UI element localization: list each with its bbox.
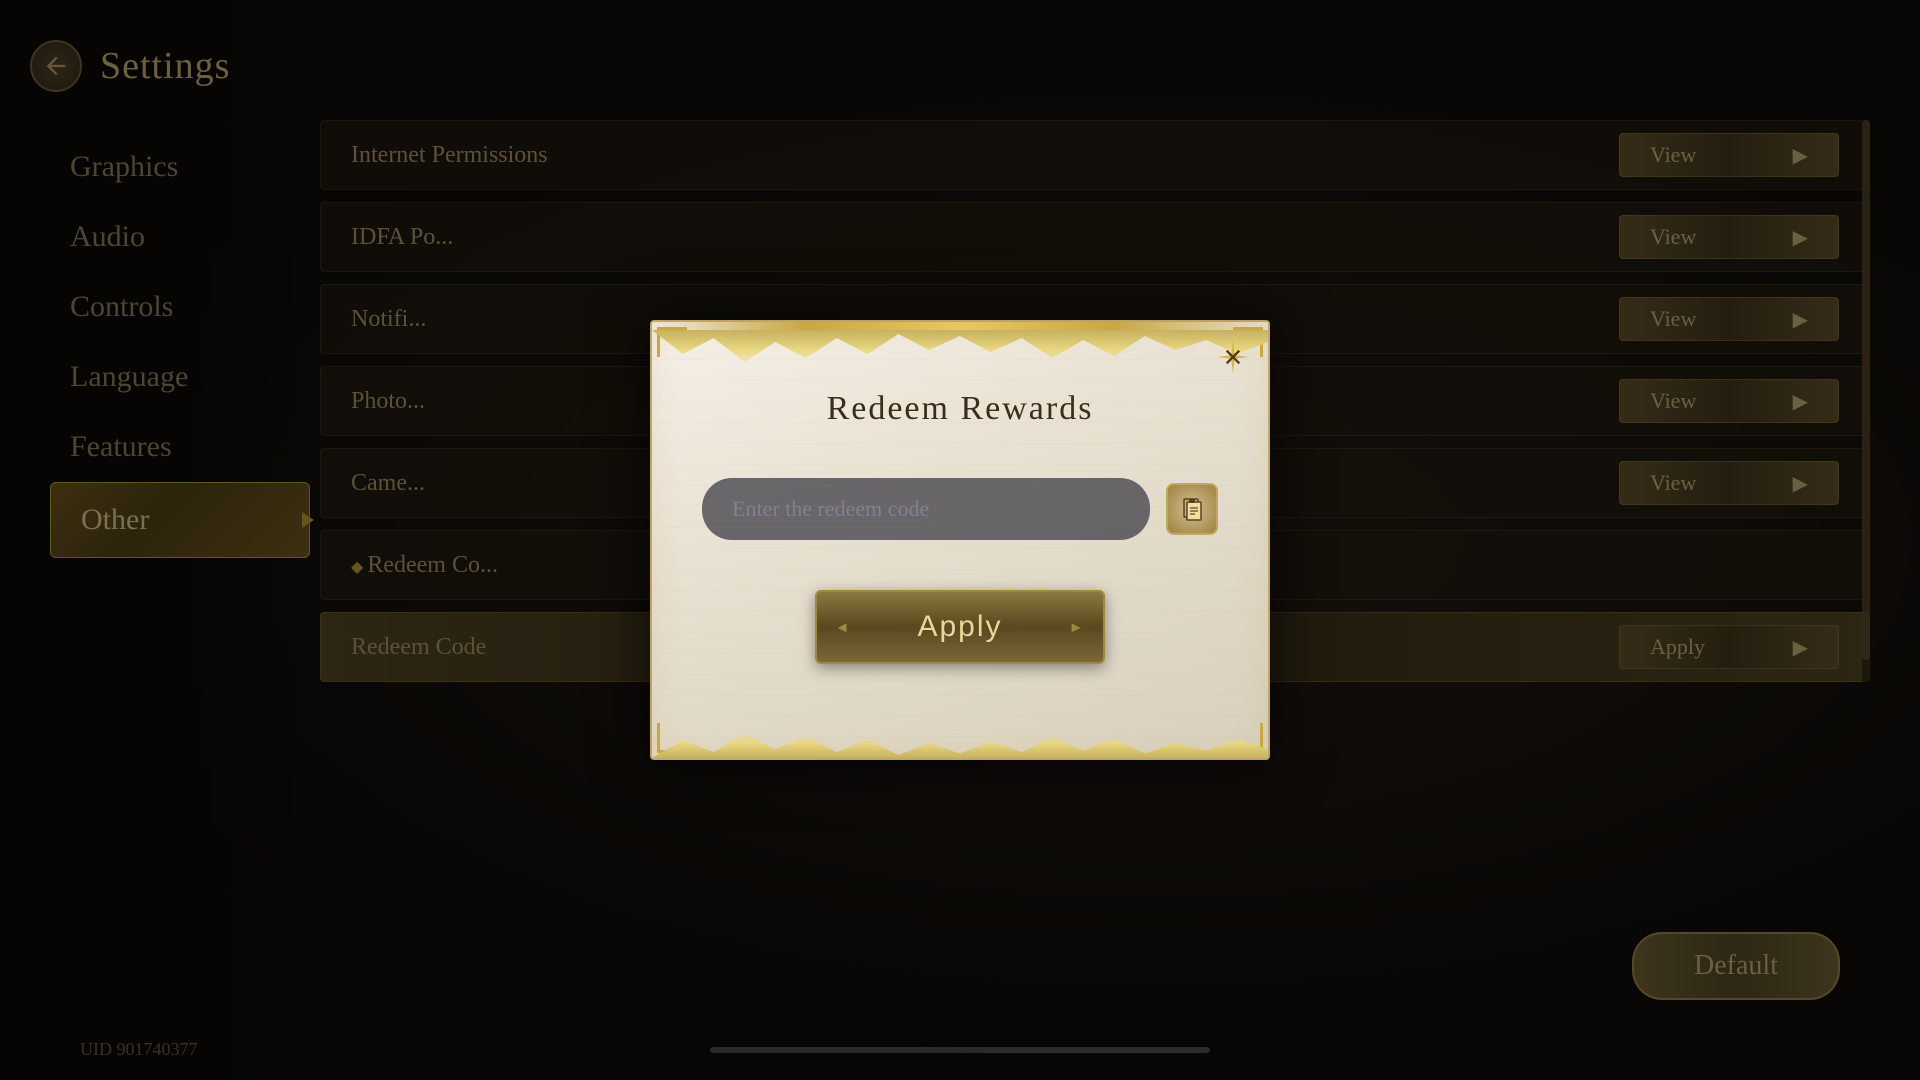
redeem-code-input[interactable] <box>702 478 1150 540</box>
redeem-modal: Redeem Rewards <box>650 320 1270 760</box>
input-row <box>702 478 1218 540</box>
paste-button[interactable] <box>1166 483 1218 535</box>
modal-title: Redeem Rewards <box>827 390 1094 427</box>
modal-close-button[interactable] <box>1213 337 1253 377</box>
modal-title-area: Redeem Rewards <box>652 370 1268 438</box>
modal-overlay: Redeem Rewards <box>0 0 1920 1080</box>
modal-torn-edge-top <box>652 330 1268 370</box>
modal-torn-edge-bottom <box>652 728 1268 758</box>
modal-apply-button[interactable]: Apply <box>815 590 1104 664</box>
modal-top-decoration <box>652 322 1268 330</box>
modal-body: Apply <box>652 438 1268 714</box>
